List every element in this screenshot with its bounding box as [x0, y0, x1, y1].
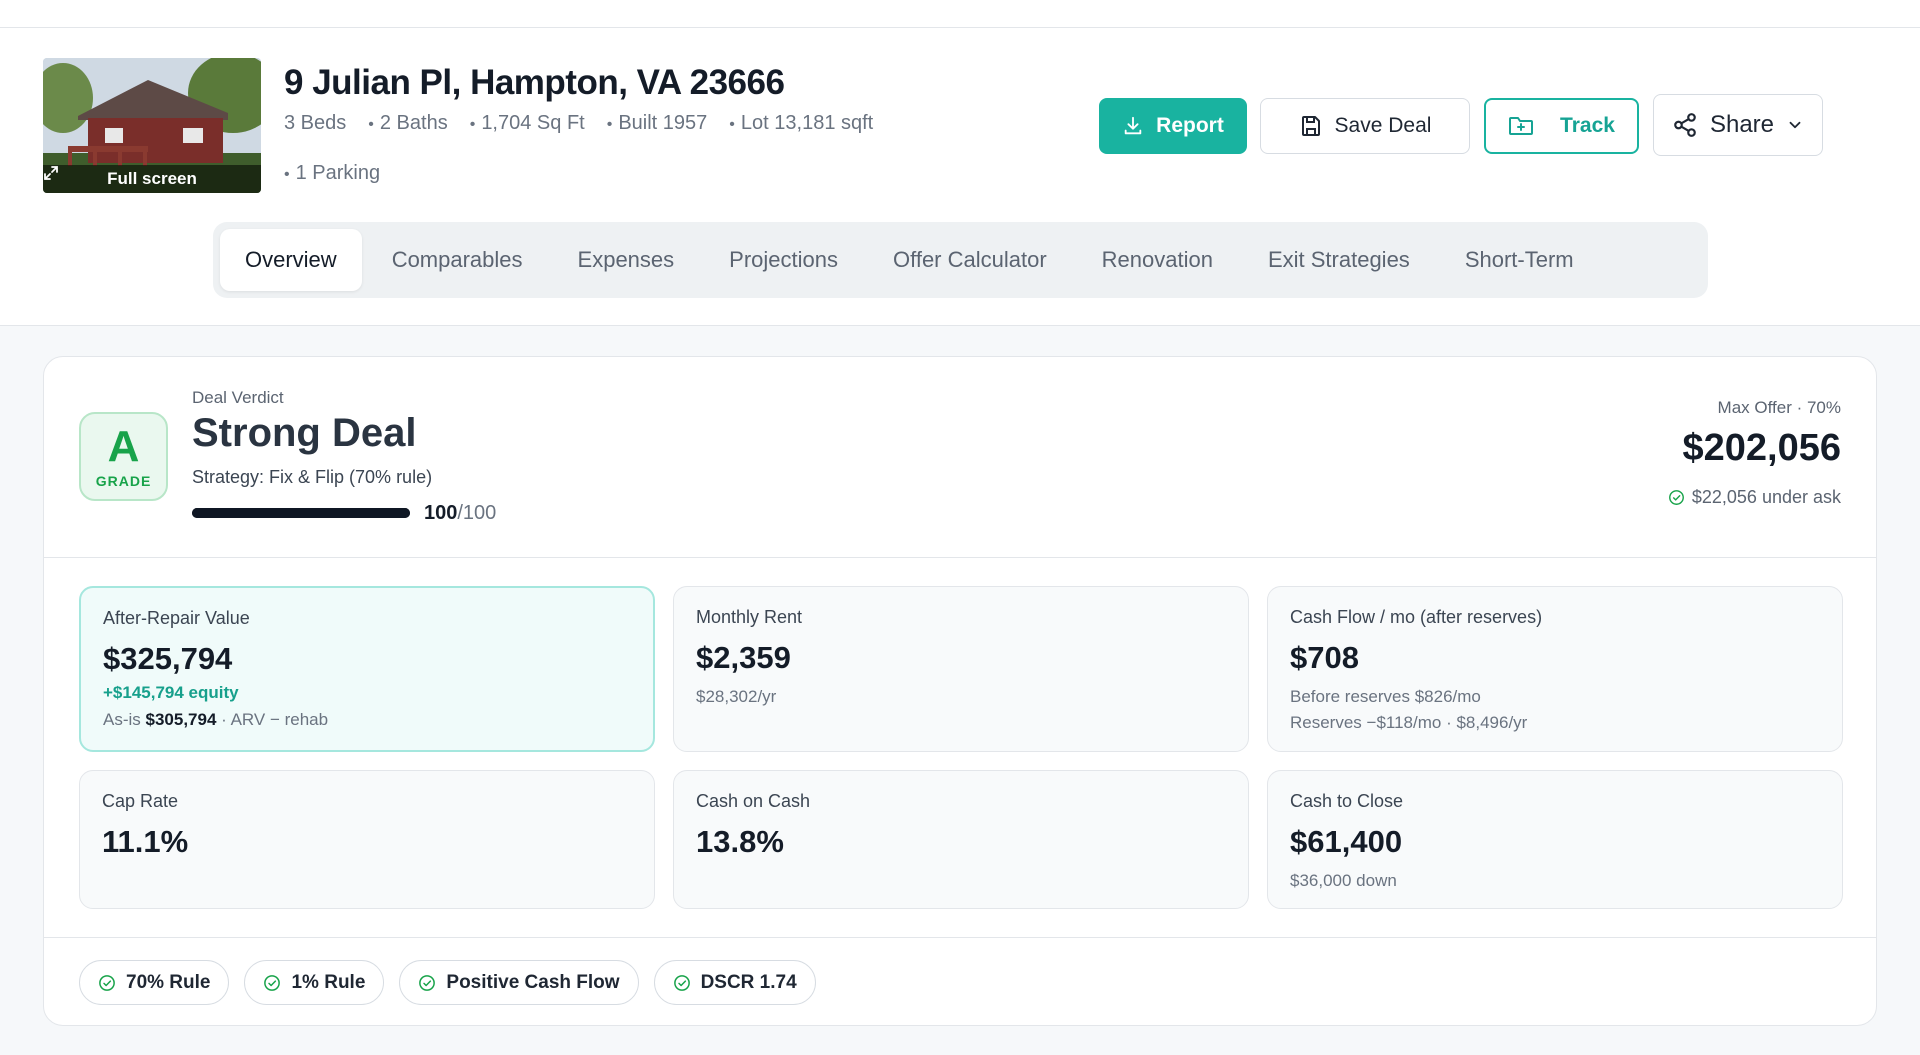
- metric-cap-rate: Cap Rate 11.1%: [79, 770, 655, 909]
- grade-label: GRADE: [95, 472, 152, 489]
- tab-expenses[interactable]: Expenses: [553, 229, 700, 291]
- grade-letter: A: [107, 421, 140, 471]
- score-max: /100: [457, 502, 497, 524]
- section-tabs: Overview Comparables Expenses Projection…: [213, 222, 1708, 298]
- spec-beds: 3 Beds: [284, 112, 347, 134]
- property-photo[interactable]: Full screen: [43, 58, 261, 193]
- metric-value: $2,359: [696, 640, 791, 675]
- share-button[interactable]: Share: [1653, 94, 1823, 156]
- check-chip-positive-cash-flow: Positive Cash Flow: [399, 960, 639, 1005]
- metric-sub: $36,000 down: [1290, 871, 1397, 890]
- check-chip-dscr: DSCR 1.74: [653, 960, 816, 1005]
- verdict-title: Strong Deal: [192, 411, 417, 455]
- metric-label: Cash Flow / mo (after reserves): [1290, 607, 1543, 627]
- metric-value: 11.1%: [102, 824, 189, 859]
- metric-label: Cash on Cash: [696, 791, 811, 811]
- property-address: 9 Julian Pl, Hampton, VA 23666: [284, 63, 785, 102]
- verdict-strategy: Strategy: Fix & Flip (70% rule): [192, 467, 433, 487]
- verdict-label: Deal Verdict: [192, 388, 284, 407]
- check-circle-icon: [99, 974, 115, 991]
- metric-label: After-Repair Value: [103, 608, 250, 628]
- metric-label: Cap Rate: [102, 791, 179, 811]
- tab-overview[interactable]: Overview: [220, 229, 362, 291]
- score-value: 100: [424, 502, 458, 524]
- metric-sub: Reserves −$118/mo · $8,496/yr: [1290, 713, 1528, 732]
- max-offer-value: $202,056: [1682, 427, 1842, 469]
- check-chip-label: 70% Rule: [126, 971, 211, 993]
- check-circle-icon: [264, 974, 281, 991]
- metric-value: $325,794: [103, 641, 233, 676]
- property-header: Full screen 9 Julian Pl, Hampton, VA 236…: [0, 28, 1920, 326]
- metrics-grid: After-Repair Value $325,794 +$145,794 eq…: [79, 586, 1843, 909]
- spec-parking: 1 Parking: [284, 162, 381, 186]
- spec-built: Built 1957: [607, 112, 707, 136]
- share-icon: [1674, 113, 1696, 137]
- as-is-prefix: As-is: [103, 710, 146, 729]
- track-button[interactable]: Track: [1484, 98, 1639, 154]
- check-chip-label: DSCR 1.74: [700, 971, 797, 993]
- metric-value: $61,400: [1290, 824, 1403, 859]
- divider: [44, 937, 1876, 938]
- score-bar: [192, 508, 410, 518]
- spec-baths: 2 Baths: [368, 112, 448, 136]
- as-is-value: $305,794: [145, 710, 217, 729]
- spec-lot: Lot 13,181 sqft: [729, 112, 873, 136]
- tab-renovation[interactable]: Renovation: [1077, 229, 1238, 291]
- check-chip-label: 1% Rule: [291, 971, 366, 993]
- report-label: Report: [1156, 114, 1224, 137]
- save-deal-button[interactable]: Save Deal: [1260, 98, 1470, 154]
- deal-verdict-card: A GRADE Deal Verdict Strong Deal Strateg…: [43, 356, 1877, 1026]
- tab-projections[interactable]: Projections: [704, 229, 863, 291]
- max-offer-label: Max Offer · 70%: [1717, 398, 1841, 417]
- track-label: Track: [1560, 114, 1615, 137]
- metric-sub: $28,302/yr: [696, 687, 777, 706]
- divider: [44, 557, 1876, 558]
- spec-sqft: 1,704 Sq Ft: [470, 112, 584, 136]
- expand-icon: [44, 166, 58, 180]
- download-icon: [1124, 116, 1142, 135]
- metric-value: $708: [1290, 640, 1359, 675]
- chevron-down-icon: [1789, 121, 1801, 129]
- report-button[interactable]: Report: [1099, 98, 1247, 154]
- folder-plus-icon: [1509, 117, 1534, 135]
- score-text: 100/100: [424, 502, 496, 525]
- check-circle-icon: [1668, 490, 1684, 505]
- top-bar: [0, 0, 1920, 28]
- share-label: Share: [1709, 111, 1775, 138]
- floppy-disk-icon: [1301, 116, 1320, 136]
- tab-short-term[interactable]: Short-Term: [1440, 229, 1599, 291]
- property-specs: 3 Beds 2 Baths 1,704 Sq Ft Built 1957 Lo…: [284, 112, 984, 186]
- check-chip-1-rule: 1% Rule: [244, 960, 385, 1005]
- metric-cash-on-cash: Cash on Cash 13.8%: [673, 770, 1249, 909]
- rule-checks: 70% Rule 1% Rule Positive Cash Flow DSCR…: [79, 960, 816, 1005]
- tab-comparables[interactable]: Comparables: [367, 229, 548, 291]
- metric-arv: After-Repair Value $325,794 +$145,794 eq…: [79, 586, 655, 752]
- check-chip-70-rule: 70% Rule: [79, 960, 230, 1005]
- as-is-suffix: · ARV − rehab: [216, 710, 329, 729]
- check-chip-label: Positive Cash Flow: [446, 971, 620, 993]
- under-ask-text: $22,056 under ask: [1691, 487, 1841, 507]
- metric-label: Cash to Close: [1290, 791, 1404, 811]
- under-ask: $22,056 under ask: [1668, 487, 1841, 508]
- metric-as-is: As-is $305,794 · ARV − rehab: [103, 707, 631, 733]
- metric-sub: Before reserves $826/mo: [1290, 687, 1481, 706]
- full-screen-label: Full screen: [107, 169, 197, 188]
- metric-cash-to-close: Cash to Close $61,400 $36,000 down: [1267, 770, 1843, 909]
- metric-equity: +$145,794 equity: [103, 683, 239, 702]
- metric-cash-flow: Cash Flow / mo (after reserves) $708 Bef…: [1267, 586, 1843, 752]
- full-screen-button[interactable]: Full screen: [43, 165, 261, 193]
- tab-exit-strategies[interactable]: Exit Strategies: [1243, 229, 1435, 291]
- check-circle-icon: [673, 974, 690, 991]
- metric-monthly-rent: Monthly Rent $2,359 $28,302/yr: [673, 586, 1249, 752]
- grade-badge: A GRADE: [79, 412, 168, 501]
- save-deal-label: Save Deal: [1334, 114, 1432, 137]
- metric-label: Monthly Rent: [696, 607, 803, 627]
- tab-offer-calculator[interactable]: Offer Calculator: [868, 229, 1072, 291]
- check-circle-icon: [419, 974, 436, 991]
- score-bar-fill: [192, 508, 410, 518]
- metric-value: 13.8%: [696, 824, 784, 859]
